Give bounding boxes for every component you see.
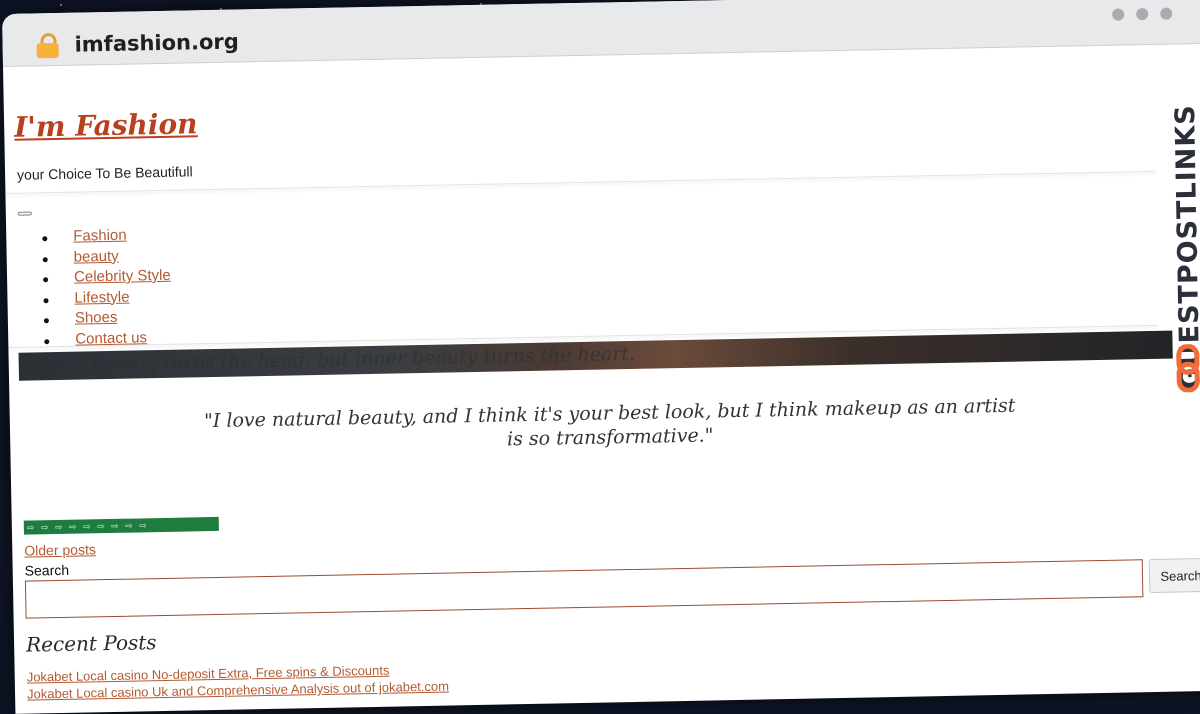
guestpostlinks-logo: GUESTPOSTLINKS <box>1162 96 1200 397</box>
url-text[interactable]: imfashion.org <box>74 29 239 56</box>
nav-link[interactable]: beauty <box>74 247 119 265</box>
window-dot[interactable] <box>1136 8 1148 20</box>
search-button[interactable]: Search <box>1149 558 1200 593</box>
arrow-strip: ⇨ ⇨ ⇨ ⇨ ⇨ ⇨ ⇨ ⇨ ⇨ <box>24 517 219 535</box>
site-tagline: your Choice To Be Beautifull <box>17 163 193 182</box>
star <box>60 4 62 6</box>
nav-link[interactable]: Celebrity Style <box>74 267 171 286</box>
nav-link[interactable]: Fashion <box>73 227 127 245</box>
search-input[interactable] <box>25 559 1144 618</box>
browser-window: imfashion.org I'm Fashion your Choice To… <box>2 0 1200 714</box>
main-nav: Fashion beauty Celebrity Style Lifestyle… <box>42 228 44 351</box>
nav-link[interactable]: Shoes <box>75 309 118 327</box>
menu-toggle-button[interactable] <box>18 211 32 215</box>
window-dot[interactable] <box>1112 8 1124 20</box>
window-dot[interactable] <box>1160 8 1172 20</box>
site-title-link[interactable]: I'm Fashion <box>14 107 198 144</box>
page-content: I'm Fashion your Choice To Be Beautifull… <box>3 44 1200 707</box>
recent-posts-heading: Recent Posts <box>26 630 157 657</box>
search-label: Search <box>25 562 70 579</box>
hero-banner: Outer beauty turns the head, but inner b… <box>19 330 1200 381</box>
lock-icon <box>36 33 58 57</box>
older-posts-link[interactable]: Older posts <box>24 541 96 558</box>
nav-link[interactable]: Lifestyle <box>74 288 129 306</box>
featured-quote: "I love natural beauty, and I think it's… <box>200 394 1021 458</box>
window-controls <box>1112 8 1172 21</box>
banner-text: Outer beauty turns the head, but inner b… <box>31 343 636 377</box>
chain-link-icon <box>1175 344 1200 392</box>
recent-posts-list: Jokabet Local casino No-deposit Extra, F… <box>27 661 450 703</box>
